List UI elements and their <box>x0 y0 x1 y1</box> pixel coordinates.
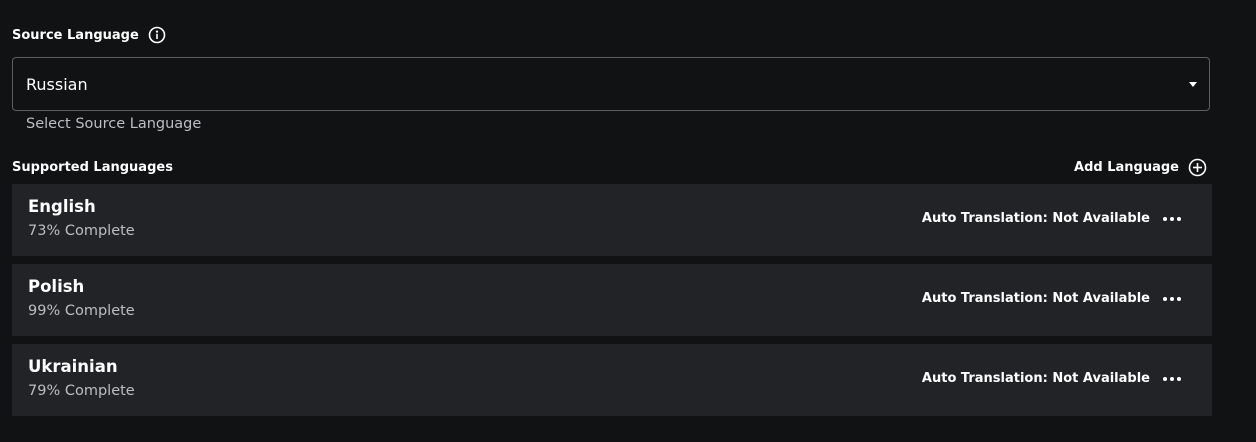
auto-translation-status: Auto Translation: Not Available <box>921 371 1150 386</box>
source-language-header: Source Language <box>12 25 166 45</box>
supported-languages-label: Supported Languages <box>12 159 173 175</box>
source-language-helper-text: Select Source Language <box>26 116 202 132</box>
info-icon[interactable] <box>148 26 166 44</box>
caret-down-icon <box>1189 82 1197 87</box>
more-options-icon[interactable] <box>1162 290 1182 308</box>
source-language-selected-value: Russian <box>26 74 88 94</box>
source-language-select[interactable]: Russian <box>12 57 1210 111</box>
language-name: Polish <box>28 277 85 296</box>
plus-circle-icon <box>1188 158 1207 177</box>
add-language-button[interactable]: Add Language <box>1074 157 1207 177</box>
language-progress: 73% Complete <box>28 223 135 239</box>
source-language-label: Source Language <box>12 27 139 43</box>
language-progress: 99% Complete <box>28 303 135 319</box>
language-name: English <box>28 197 96 216</box>
language-row-ukrainian: Ukrainian 79% Complete Auto Translation:… <box>12 344 1212 416</box>
localization-settings-panel: Source Language Russian Select Source La… <box>0 0 1256 442</box>
language-progress: 79% Complete <box>28 383 135 399</box>
add-language-label: Add Language <box>1074 159 1179 175</box>
auto-translation-status: Auto Translation: Not Available <box>921 291 1150 306</box>
language-row-english: English 73% Complete Auto Translation: N… <box>12 184 1212 256</box>
supported-languages-header: Supported Languages <box>12 157 173 177</box>
more-options-icon[interactable] <box>1162 370 1182 388</box>
more-options-icon[interactable] <box>1162 210 1182 228</box>
auto-translation-status: Auto Translation: Not Available <box>921 211 1150 226</box>
language-name: Ukrainian <box>28 357 118 376</box>
language-row-polish: Polish 99% Complete Auto Translation: No… <box>12 264 1212 336</box>
